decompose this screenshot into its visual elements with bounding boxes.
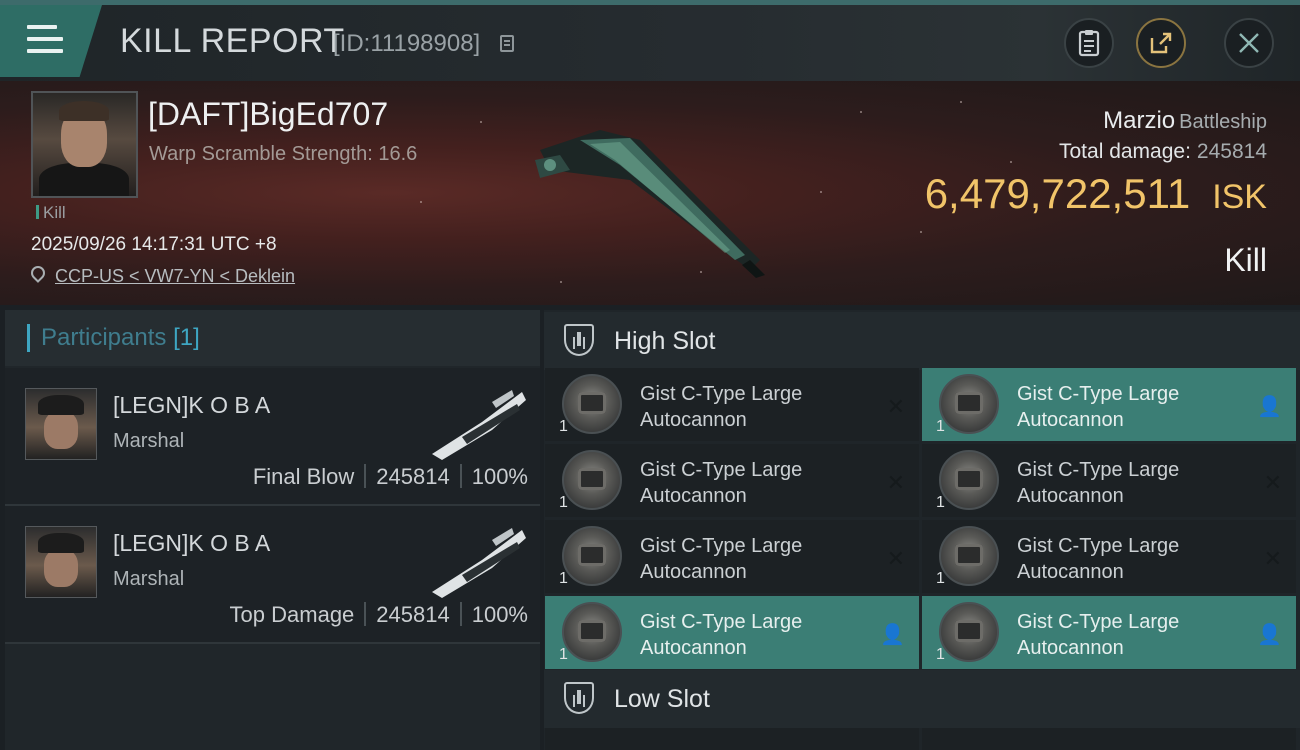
module-name: Gist C-Type Large Autocannon [640, 611, 803, 659]
module-qty: 1 [559, 418, 568, 435]
dropped-person-icon: 👤 [1257, 624, 1282, 646]
high-slot-icon [564, 324, 594, 356]
module-name: Gist C-Type Large Autocannon [640, 383, 803, 431]
module-qty: 1 [559, 646, 568, 663]
participant-stats: Top Damage 245814 100% [230, 602, 528, 628]
share-button[interactable] [1136, 18, 1186, 68]
module-qty: 1 [559, 494, 568, 511]
clipboard-button[interactable] [1064, 18, 1114, 68]
module-item[interactable]: 1 Gist C-Type Large Autocannon ✕ [545, 368, 919, 441]
page-title: KILL REPORT [120, 22, 345, 60]
participant-ship: Marshal [113, 430, 185, 452]
module-name: Gist C-Type Large Autocannon [1017, 535, 1180, 583]
close-button[interactable] [1224, 18, 1274, 68]
menu-icon [27, 25, 63, 61]
module-name: Gist C-Type Large Autocannon [1017, 611, 1180, 659]
total-damage-value: 245814 [1196, 140, 1267, 163]
module-qty: 1 [936, 646, 945, 663]
total-damage-label: Total damage: [1059, 140, 1191, 163]
victim-name: [DAFT]BigEd707 [148, 96, 389, 132]
low-slot-item-partial[interactable] [545, 728, 919, 750]
module-item[interactable]: 1 Gist C-Type Large Autocannon ✕ [545, 444, 919, 517]
destroyed-icon: ✕ [1263, 546, 1282, 571]
module-item[interactable]: 1 Gist C-Type Large Autocannon ✕ [922, 520, 1296, 593]
autocannon-icon [562, 526, 622, 586]
destroyed-icon: ✕ [886, 546, 905, 571]
clipboard-icon [1078, 30, 1100, 57]
destroyed-icon: ✕ [886, 394, 905, 419]
dropped-person-icon: 👤 [880, 624, 905, 646]
module-qty: 1 [936, 418, 945, 435]
ship-class: Battleship [1179, 111, 1267, 133]
participant-avatar [25, 388, 97, 460]
participant-stats: Final Blow 245814 100% [253, 464, 528, 490]
participant-damage: 245814 [376, 602, 450, 627]
participant-card[interactable]: [LEGN]K O B A Marshal Final Blow 245814 10… [5, 368, 540, 506]
ship-info: Marzio Battleship [1103, 107, 1267, 135]
module-name: Gist C-Type Large Autocannon [640, 459, 803, 507]
kill-badge: Kill [36, 203, 66, 223]
kill-datetime: 2025/09/26 14:17:31 UTC +8 [31, 234, 277, 255]
autocannon-icon [562, 374, 622, 434]
participant-name: [LEGN]K O B A [113, 392, 271, 418]
dropped-person-icon: 👤 [1257, 396, 1282, 418]
victim-avatar[interactable] [31, 91, 138, 198]
module-qty: 1 [559, 570, 568, 587]
share-icon [1150, 32, 1172, 54]
participant-card[interactable]: [LEGN]K O B A Marshal Top Damage 245814 10… [5, 506, 540, 644]
victim-ship-image [535, 130, 765, 278]
total-damage: Total damage: 245814 [1059, 140, 1267, 164]
copy-icon[interactable] [500, 35, 514, 52]
participant-role: Final Blow [252, 464, 355, 489]
location-link[interactable]: CCP-US < VW7-YN < Deklein [55, 266, 295, 287]
module-name: Gist C-Type Large Autocannon [640, 535, 803, 583]
module-qty: 1 [936, 570, 945, 587]
participants-count: [1] [173, 324, 200, 351]
autocannon-icon [939, 374, 999, 434]
isk-value: 6,479,722,511 ISK [925, 170, 1267, 218]
participant-name: [LEGN]K O B A [113, 530, 271, 556]
autocannon-icon [562, 450, 622, 510]
autocannon-icon [939, 450, 999, 510]
module-name: Gist C-Type Large Autocannon [1017, 459, 1180, 507]
module-item[interactable]: 1 Gist C-Type Large Autocannon 👤 [545, 596, 919, 669]
autocannon-icon [562, 602, 622, 662]
participant-role: Top Damage [229, 602, 355, 627]
low-slot-header: Low Slot [544, 670, 1300, 728]
participant-damage: 245814 [376, 464, 450, 489]
close-icon [1239, 33, 1259, 53]
module-item[interactable]: 1 Gist C-Type Large Autocannon ✕ [545, 520, 919, 593]
participant-ship-image [432, 528, 526, 598]
participants-label: Participants [41, 324, 167, 351]
participant-avatar [25, 526, 97, 598]
low-slot-icon [564, 682, 594, 714]
participants-title: Participants [1] [41, 324, 200, 352]
module-item[interactable]: 1 Gist C-Type Large Autocannon 👤 [922, 368, 1296, 441]
participant-percent: 100% [471, 464, 528, 489]
low-slot-item-partial[interactable] [922, 728, 1296, 750]
module-name: Gist C-Type Large Autocannon [1017, 383, 1180, 431]
destroyed-icon: ✕ [886, 470, 905, 495]
high-slot-header: High Slot [544, 312, 1300, 370]
high-slot-label: High Slot [614, 327, 716, 355]
module-item[interactable]: 1 Gist C-Type Large Autocannon 👤 [922, 596, 1296, 669]
module-qty: 1 [936, 494, 945, 511]
participant-ship-image [432, 390, 526, 460]
warp-scramble-strength: Warp Scramble Strength: 16.6 [149, 143, 418, 165]
ship-name: Marzio [1103, 107, 1176, 134]
participant-ship: Marshal [113, 568, 185, 590]
autocannon-icon [939, 526, 999, 586]
isk-unit: ISK [1212, 178, 1267, 216]
participant-percent: 100% [471, 602, 528, 627]
destroyed-icon: ✕ [1263, 470, 1282, 495]
kill-id: [ID:11198908] [333, 30, 481, 57]
autocannon-icon [939, 602, 999, 662]
kill-type-label: Kill [1224, 242, 1267, 278]
isk-amount: 6,479,722,511 [924, 170, 1191, 217]
low-slot-label: Low Slot [614, 685, 710, 713]
module-item[interactable]: 1 Gist C-Type Large Autocannon ✕ [922, 444, 1296, 517]
